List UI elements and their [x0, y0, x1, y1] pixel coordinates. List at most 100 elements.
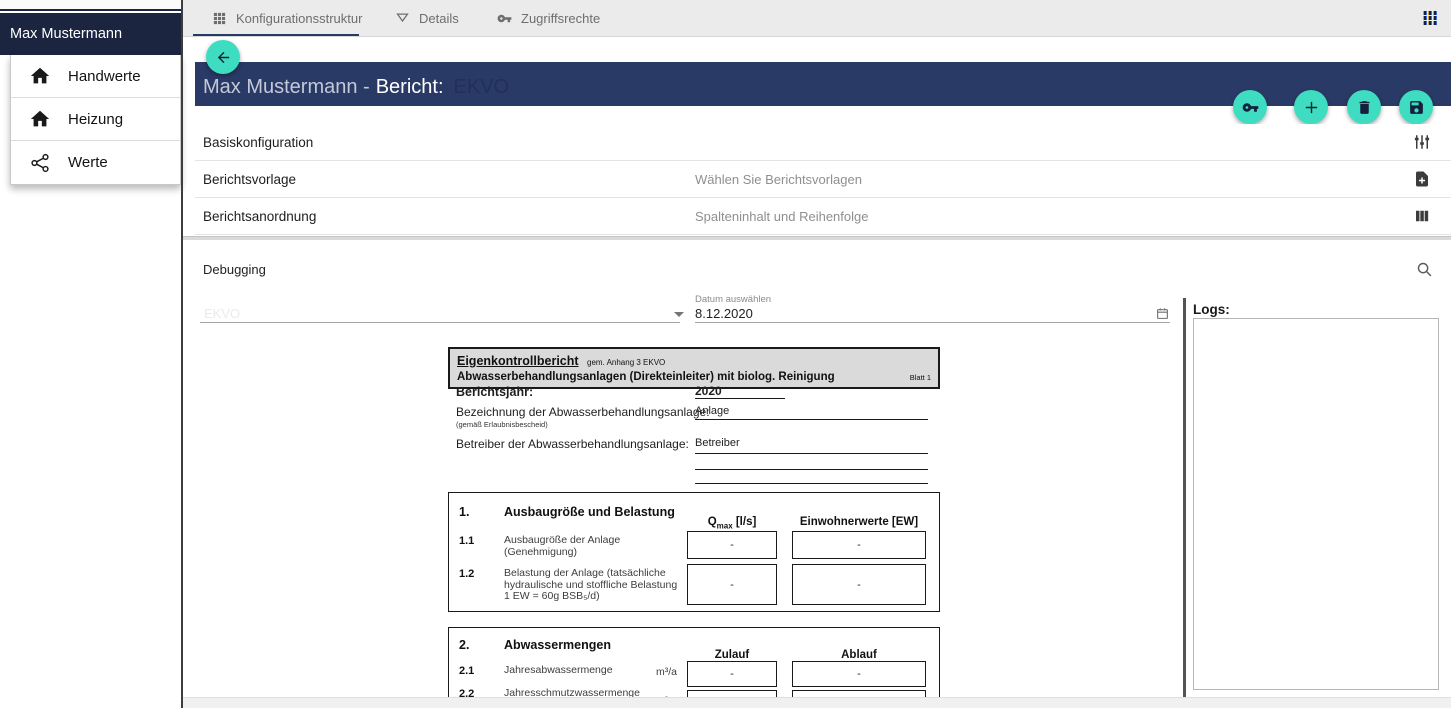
- row-unit: m³/a: [656, 666, 677, 678]
- user-name: Max Mustermann: [10, 26, 122, 42]
- page-title: Bericht:: [376, 76, 444, 99]
- report-section-1: 1. Ausbaugröße und Belastung Qmax [l/s] …: [448, 492, 940, 612]
- delete-button[interactable]: [1347, 90, 1381, 124]
- row-secondary: Wählen Sie Berichtsvorlagen: [695, 172, 862, 187]
- sidebar-item-werte[interactable]: Werte: [11, 141, 180, 184]
- tune-icon[interactable]: [1413, 133, 1431, 151]
- section-title: Abwassermengen: [504, 638, 611, 652]
- sidebar-item-label: Handwerte: [68, 68, 141, 85]
- field-value-bezeichnung: Anlage: [695, 405, 729, 417]
- report-subtitle: Abwasserbehandlungsanlagen (Direkteinlei…: [457, 371, 835, 383]
- row-number: 2.1: [459, 665, 474, 677]
- sidebar-top-strip: [0, 0, 181, 11]
- sidebar-user-header: Max Mustermann: [0, 13, 181, 55]
- field-note-erlaubnisbescheid: (gemäß Erlaubnisbescheid): [456, 420, 548, 429]
- row-label: Berichtsanordnung: [203, 209, 316, 224]
- row-berichtsanordnung[interactable]: Berichtsanordnung Spalteninhalt und Reih…: [195, 198, 1451, 235]
- report-sheet-number: Blatt 1: [910, 373, 931, 382]
- report-title: Eigenkontrollbericht: [457, 354, 579, 368]
- plus-icon: [1303, 99, 1320, 116]
- sidebar-item-label: Heizung: [68, 111, 123, 128]
- section-number: 2.: [459, 638, 469, 652]
- report-preview: Eigenkontrollbericht gem. Anhang 3 EKVO …: [448, 347, 940, 389]
- value-box: -: [792, 661, 926, 687]
- note-add-icon[interactable]: [1413, 170, 1431, 188]
- trash-icon: [1356, 99, 1373, 116]
- report-header-box: Eigenkontrollbericht gem. Anhang 3 EKVO …: [448, 347, 940, 389]
- field-underline: [695, 453, 928, 454]
- row-label: Berichtsvorlage: [203, 172, 296, 187]
- tab-details[interactable]: Details: [395, 0, 459, 36]
- page-title-prefix: Max Mustermann -: [203, 76, 370, 99]
- access-rights-button[interactable]: [1233, 90, 1267, 124]
- share-icon: [29, 152, 51, 174]
- section-number: 1.: [459, 505, 469, 519]
- field-underline: [695, 419, 928, 420]
- sidebar: Max Mustermann Handwerte Heizung: [0, 0, 181, 708]
- active-tab-underline: [193, 34, 359, 36]
- report-section-2: 2. Abwassermengen Zulauf Ablauf 2.1 Jahr…: [448, 627, 940, 708]
- field-label-betreiber: Betreiber der Abwasserbehandlungsanlage:: [456, 437, 689, 451]
- field-label-bezeichnung: Bezeichnung der Abwasserbehandlungsanlag…: [456, 405, 710, 419]
- row-number: 1.1: [459, 535, 474, 547]
- template-select-underline: [200, 322, 680, 323]
- save-button[interactable]: [1399, 90, 1433, 124]
- logs-output[interactable]: [1193, 318, 1439, 690]
- date-input[interactable]: 8.12.2020: [695, 306, 753, 321]
- sidebar-menu: Handwerte Heizung Werte: [10, 55, 181, 185]
- date-field-underline: [695, 322, 1170, 323]
- home-icon: [29, 108, 51, 130]
- debugging-title: Debugging: [203, 262, 266, 277]
- sidebar-item-label: Werte: [68, 154, 108, 171]
- back-button[interactable]: [206, 40, 240, 74]
- value-box: -: [792, 531, 926, 559]
- apps-grid-icon[interactable]: [1423, 11, 1439, 27]
- save-icon: [1408, 99, 1425, 116]
- grid-icon: [212, 11, 227, 26]
- empty-line: [695, 483, 928, 484]
- add-button[interactable]: [1294, 90, 1328, 124]
- row-berichtsvorlage[interactable]: Berichtsvorlage Wählen Sie Berichtsvorla…: [195, 161, 1451, 198]
- search-icon[interactable]: [1416, 261, 1433, 278]
- tab-zugriffsrechte[interactable]: Zugriffsrechte: [497, 0, 600, 36]
- value-box: -: [792, 564, 926, 605]
- value-box: -: [687, 531, 777, 559]
- tab-konfigurationsstruktur[interactable]: Konfigurationsstruktur: [212, 0, 362, 36]
- row-label: Basiskonfiguration: [203, 135, 313, 150]
- row-number: 1.2: [459, 568, 474, 580]
- columns-icon[interactable]: [1413, 207, 1431, 225]
- field-value-berichtsjahr: 2020: [695, 384, 722, 398]
- sidebar-item-heizung[interactable]: Heizung: [11, 98, 180, 141]
- app-window: Max Mustermann Handwerte Heizung: [0, 0, 1451, 708]
- tab-label: Zugriffsrechte: [521, 11, 600, 26]
- logs-label: Logs:: [1193, 302, 1230, 317]
- column-header-ablauf: Ablauf: [792, 649, 926, 661]
- bottom-cutoff-strip: [183, 697, 1451, 708]
- field-underline: [695, 398, 785, 399]
- field-label-berichtsjahr: Berichtsjahr:: [456, 385, 533, 399]
- page-title-faint: EKVO: [454, 76, 510, 99]
- row-text: Jahresabwassermenge: [504, 665, 613, 677]
- value-box: -: [687, 564, 777, 605]
- funnel-icon: [395, 11, 410, 26]
- calendar-icon[interactable]: [1156, 307, 1169, 320]
- tab-label: Details: [419, 11, 459, 26]
- preview-scrollbar[interactable]: [1183, 298, 1186, 698]
- column-header-zulauf: Zulauf: [687, 649, 777, 661]
- config-list: Basiskonfiguration Berichtsvorlage Wähle…: [195, 124, 1451, 235]
- row-text: Ausbaugröße der Anlage (Genehmigung): [504, 535, 620, 558]
- key-icon: [497, 11, 512, 26]
- chevron-down-icon[interactable]: [674, 312, 684, 317]
- row-basiskonfiguration[interactable]: Basiskonfiguration: [195, 124, 1451, 161]
- home-icon: [29, 65, 51, 87]
- value-box: -: [687, 661, 777, 687]
- sidebar-divider: [181, 0, 183, 708]
- sidebar-item-handwerte[interactable]: Handwerte: [11, 55, 180, 98]
- section-title: Ausbaugröße und Belastung: [504, 505, 675, 519]
- tab-bar: Konfigurationsstruktur Details Zugriffsr…: [183, 0, 1451, 37]
- field-value-betreiber: Betreiber: [695, 437, 740, 449]
- report-title-suffix: gem. Anhang 3 EKVO: [587, 358, 665, 367]
- key-icon: [1242, 99, 1259, 116]
- row-secondary: Spalteninhalt und Reihenfolge: [695, 209, 868, 224]
- template-select[interactable]: EKVO: [204, 306, 240, 321]
